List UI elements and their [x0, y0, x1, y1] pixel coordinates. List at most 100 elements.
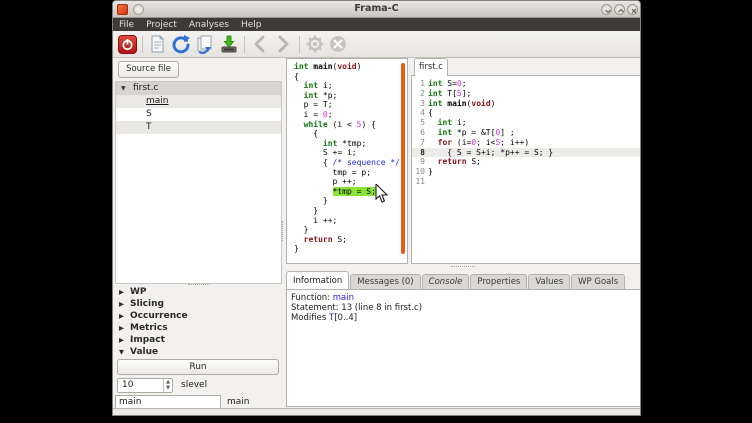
duplicate-icon[interactable]	[195, 34, 215, 54]
forward-icon	[273, 34, 293, 54]
tab-values[interactable]: Values	[528, 274, 570, 290]
tree-item-main[interactable]: main	[116, 95, 281, 108]
tab-properties[interactable]: Properties	[470, 274, 527, 290]
menu-item-help[interactable]: Help	[241, 20, 262, 30]
expander-icon[interactable]: ▶	[119, 288, 124, 296]
menu-item-project[interactable]: Project	[146, 20, 177, 30]
normalized-code-panel[interactable]: int main(void){ int i; int *p; p = T; i …	[286, 58, 408, 264]
vertical-splitter-handle[interactable]	[282, 221, 284, 241]
tree-item-label: first.c	[133, 82, 158, 95]
expander-icon[interactable]: ▼	[121, 82, 126, 95]
code-line[interactable]: p = T;	[294, 100, 400, 110]
source-line[interactable]: 7 for (i=0; i<5; i++)	[412, 138, 640, 148]
notebook-tabs: InformationMessages (0)ConsoleProperties…	[286, 271, 626, 290]
section-value[interactable]: ▼ Value	[115, 347, 282, 359]
minimize-button[interactable]	[601, 4, 612, 15]
section-label: WP	[130, 287, 147, 297]
section-metrics[interactable]: ▶Metrics	[115, 323, 282, 335]
maximize-button[interactable]	[614, 4, 625, 15]
section-occurrence[interactable]: ▶ Occurrence	[115, 311, 282, 323]
menu-item-analyses[interactable]: Analyses	[189, 20, 229, 30]
expander-icon[interactable]: ▶	[119, 324, 124, 332]
horizontal-splitter-handle[interactable]	[451, 266, 475, 268]
run-button[interactable]: Run	[117, 359, 279, 375]
source-line[interactable]: 3int main(void)	[412, 99, 640, 109]
code-line[interactable]: int main(void)	[294, 62, 400, 72]
line-number: 10	[412, 167, 428, 177]
save-icon[interactable]	[219, 34, 239, 54]
information-content: Function: mainStatement: 13 (line 8 in f…	[286, 289, 641, 407]
source-line[interactable]: 9 return S;	[412, 157, 640, 167]
bottom-notebook: InformationMessages (0)ConsoleProperties…	[286, 271, 641, 407]
tree-item-firstc[interactable]: ▼ first.c	[116, 82, 281, 95]
code-line[interactable]: }	[294, 244, 400, 254]
tab-wp-goals[interactable]: WP Goals	[571, 274, 625, 290]
statusbar	[113, 408, 640, 416]
menubar: File Project Analyses Help	[113, 18, 640, 31]
tab-messages-0-[interactable]: Messages (0)	[350, 274, 420, 290]
expander-icon[interactable]: ▶	[119, 336, 124, 344]
section-wp[interactable]: ▶ WP	[115, 287, 282, 299]
section-label: Slicing	[130, 299, 164, 309]
titlebar[interactable]: Frama-C	[113, 1, 640, 18]
source-line[interactable]: 11	[412, 177, 640, 187]
stop-icon	[328, 34, 348, 54]
section-label: Occurrence	[130, 311, 188, 321]
spinner-stepper-icon[interactable]: ▲▼	[163, 379, 172, 392]
new-file-icon[interactable]	[147, 34, 167, 54]
line-number: 8	[412, 148, 428, 158]
code-line[interactable]: int *p;	[294, 91, 400, 101]
code-line[interactable]: i ++;	[294, 216, 400, 226]
slevel-row: 10 ▲▼ slevel	[117, 378, 282, 393]
close-button[interactable]	[627, 4, 638, 15]
desktop-background: Frama-C File Project Analyses Help	[0, 0, 752, 423]
tab-information[interactable]: Information	[286, 271, 349, 290]
tab-console[interactable]: Console	[422, 274, 470, 290]
section-label: Value	[130, 347, 158, 357]
menu-item-file[interactable]: File	[119, 20, 134, 30]
expander-icon[interactable]: ▶	[119, 312, 124, 320]
tree-item-S[interactable]: S	[116, 108, 281, 121]
code-line[interactable]: i = 0;	[294, 110, 400, 120]
expander-icon[interactable]: ▶	[119, 300, 124, 308]
tree-item-label: T	[146, 121, 152, 134]
reload-icon[interactable]	[171, 34, 191, 54]
expander-icon[interactable]: ▼	[119, 348, 124, 356]
code-line[interactable]: {	[294, 129, 400, 139]
source-line[interactable]: 4{	[412, 108, 640, 118]
tab-first-c[interactable]: first.c	[414, 58, 448, 76]
code-line[interactable]: int i;	[294, 81, 400, 91]
code-line[interactable]: S += i;	[294, 148, 400, 158]
left-panel: Source file ▼first.cmainST ▶WP▶Slicing▶O…	[115, 59, 282, 408]
window-title: Frama-C	[113, 3, 640, 14]
source-line[interactable]: 8 { S = S+i; *p++ = S; }	[412, 148, 640, 158]
code-line[interactable]: }	[294, 225, 400, 235]
line-number: 5	[412, 118, 428, 128]
code-line[interactable]: int *tmp;	[294, 139, 400, 149]
source-tree: ▼ first.cmainST	[115, 81, 282, 284]
source-file-button[interactable]: Source file	[118, 61, 179, 78]
information-line: Modifies T[0..4]	[291, 313, 636, 323]
code-line[interactable]: tmp = p;	[294, 168, 400, 178]
code-line[interactable]: while (i < 5) {	[294, 120, 400, 130]
orange-scrollbar[interactable]	[401, 63, 405, 254]
section-impact[interactable]: ▶Impact	[115, 335, 282, 347]
power-icon[interactable]	[118, 35, 137, 54]
code-line[interactable]: { /* sequence */	[294, 158, 400, 168]
source-line[interactable]: 1int S=0;	[412, 79, 640, 89]
source-line[interactable]: 6 int *p = &T[0] ;	[412, 128, 640, 138]
section-slicing[interactable]: ▶ Slicing	[115, 299, 282, 311]
gear-icon	[305, 34, 325, 54]
code-line[interactable]: {	[294, 72, 400, 82]
tree-item-T[interactable]: T	[116, 121, 281, 134]
code-line[interactable]: return S;	[294, 235, 400, 245]
source-line[interactable]: 2int T[5];	[412, 89, 640, 99]
mouse-cursor-icon	[375, 184, 389, 208]
source-line[interactable]: 5 int i;	[412, 118, 640, 128]
line-number: 4	[412, 108, 428, 118]
main-function-label: main	[227, 397, 250, 407]
original-source-panel[interactable]: 1int S=0;2int T[5];3int main(void)4{5 in…	[411, 75, 641, 264]
information-line: Statement: 13 (line 8 in first.c)	[291, 303, 636, 313]
toolbar-separator	[244, 36, 245, 53]
source-line[interactable]: 10}	[412, 167, 640, 177]
